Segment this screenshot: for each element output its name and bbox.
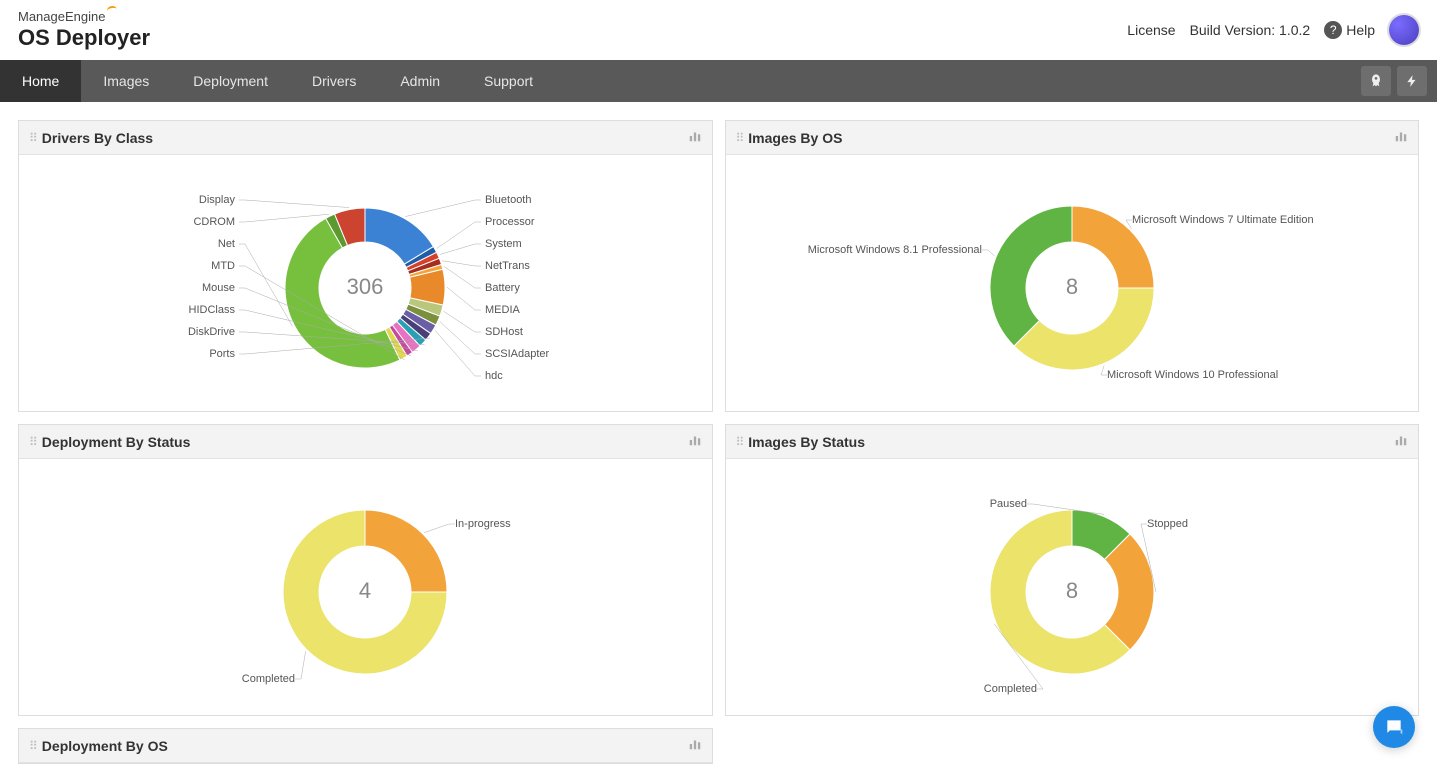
donut-center-value: 8 (1066, 578, 1078, 603)
chat-bubble[interactable] (1373, 706, 1415, 748)
nav-admin[interactable]: Admin (378, 60, 462, 102)
panel-header: ⠿ Deployment By OS (19, 729, 712, 763)
bar-chart-icon[interactable] (688, 433, 702, 450)
label-diskdrive: DiskDrive (188, 326, 235, 338)
label-microsoft-windows-7-ultimate-edition: Microsoft Windows 7 Ultimate Edition (1132, 214, 1314, 226)
donut-center-value: 306 (347, 274, 384, 299)
label-sdhost: SDHost (485, 326, 523, 338)
bar-chart-icon[interactable] (1394, 129, 1408, 146)
donut-chart: 4 In-progress Completed (20, 467, 710, 707)
drag-handle-icon[interactable]: ⠿ (29, 131, 36, 145)
chart-body: 4 In-progress Completed (19, 459, 712, 715)
help-link[interactable]: ? Help (1324, 21, 1375, 39)
panel-header: ⠿ Drivers By Class (19, 121, 712, 155)
donut-chart: 8 Paused Stopped Completed (727, 467, 1417, 707)
panel-title: Images By Status (748, 434, 865, 450)
navbar: Home Images Deployment Drivers Admin Sup… (0, 60, 1437, 102)
top-links: License Build Version: 1.0.2 ? Help (1127, 15, 1419, 45)
panel-drivers-by-class: ⠿ Drivers By Class 306 Bluetooth Processor… (18, 120, 713, 412)
drag-handle-icon[interactable]: ⠿ (29, 435, 36, 449)
nav-support[interactable]: Support (462, 60, 555, 102)
panel-title: Images By OS (748, 130, 842, 146)
donut-center-value: 8 (1066, 274, 1078, 299)
panel-deployment-by-os: ⠿ Deployment By OS (18, 728, 713, 764)
panel-header: ⠿ Deployment By Status (19, 425, 712, 459)
flash-icon[interactable] (1397, 66, 1427, 96)
drag-handle-icon[interactable]: ⠿ (29, 739, 36, 753)
help-icon: ? (1324, 21, 1342, 39)
label-system: System (485, 238, 522, 250)
label-bluetooth: Bluetooth (485, 194, 531, 206)
panel-deployment-by-status: ⠿ Deployment By Status 4 In-progress Compl… (18, 424, 713, 716)
label-in-progress: In-progress (455, 518, 511, 530)
panel-title: Drivers By Class (42, 130, 153, 146)
drag-handle-icon[interactable]: ⠿ (736, 131, 743, 145)
label-processor: Processor (485, 216, 535, 228)
label-battery: Battery (485, 282, 520, 294)
license-link[interactable]: License (1127, 22, 1175, 38)
slice-microsoft-windows-10-professional[interactable] (1014, 288, 1154, 370)
nav-drivers[interactable]: Drivers (290, 60, 378, 102)
donut-chart: 8 Microsoft Windows 7 Ultimate Edition Mic… (727, 163, 1417, 403)
label-completed: Completed (984, 683, 1037, 695)
panel-title: Deployment By Status (42, 434, 191, 450)
panel-header: ⠿ Images By OS (726, 121, 1419, 155)
help-label: Help (1346, 22, 1375, 38)
bar-chart-icon[interactable] (688, 129, 702, 146)
chart-body: 8 Microsoft Windows 7 Ultimate Edition Mic… (726, 155, 1419, 411)
slice-in-progress[interactable] (365, 510, 447, 592)
chart-body: 306 Bluetooth Processor System NetTrans Batte… (19, 155, 712, 411)
label-cdrom: CDROM (194, 216, 236, 228)
label-mouse: Mouse (202, 282, 235, 294)
label-net: Net (218, 238, 235, 250)
brand-main: OS Deployer (18, 25, 150, 51)
chart-body: 8 Paused Stopped Completed (726, 459, 1419, 715)
nav-home[interactable]: Home (0, 60, 81, 102)
donut-center-value: 4 (359, 578, 371, 603)
label-hdc: hdc (485, 370, 503, 382)
label-scsiadapter: SCSIAdapter (485, 348, 550, 360)
panel-images-by-status: ⠿ Images By Status 8 Paused Stopped Complet… (725, 424, 1420, 716)
top-bar: ManageEngine OS Deployer License Build V… (0, 0, 1437, 60)
nav-deployment[interactable]: Deployment (171, 60, 290, 102)
label-display: Display (199, 194, 236, 206)
slice-microsoft-windows-8.1-professional[interactable] (990, 206, 1072, 346)
label-ports: Ports (210, 348, 236, 360)
label-mtd: MTD (211, 260, 235, 272)
bar-chart-icon[interactable] (1394, 433, 1408, 450)
label-microsoft-windows-10-professional: Microsoft Windows 10 Professional (1107, 369, 1278, 381)
label-nettrans: NetTrans (485, 260, 530, 272)
bar-chart-icon[interactable] (688, 737, 702, 754)
label-hidclass: HIDClass (189, 304, 236, 316)
donut-chart: 306 Bluetooth Processor System NetTrans Batte… (20, 163, 710, 403)
label-paused: Paused (989, 498, 1026, 510)
avatar[interactable] (1389, 15, 1419, 45)
build-version: Build Version: 1.0.2 (1190, 22, 1311, 38)
panel-header: ⠿ Images By Status (726, 425, 1419, 459)
nav-images[interactable]: Images (81, 60, 171, 102)
label-stopped: Stopped (1147, 518, 1188, 530)
panel-images-by-os: ⠿ Images By OS 8 Microsoft Windows 7 Ulti… (725, 120, 1420, 412)
drag-handle-icon[interactable]: ⠿ (736, 435, 743, 449)
dashboard: ⠿ Drivers By Class 306 Bluetooth Processor… (0, 102, 1437, 782)
label-microsoft-windows-8.1-professional: Microsoft Windows 8.1 Professional (808, 244, 982, 256)
rocket-icon[interactable] (1361, 66, 1391, 96)
label-media: MEDIA (485, 304, 521, 316)
brand: ManageEngine OS Deployer (18, 9, 150, 51)
label-completed: Completed (242, 673, 295, 685)
brand-top: ManageEngine (18, 9, 150, 25)
panel-title: Deployment By OS (42, 738, 168, 754)
